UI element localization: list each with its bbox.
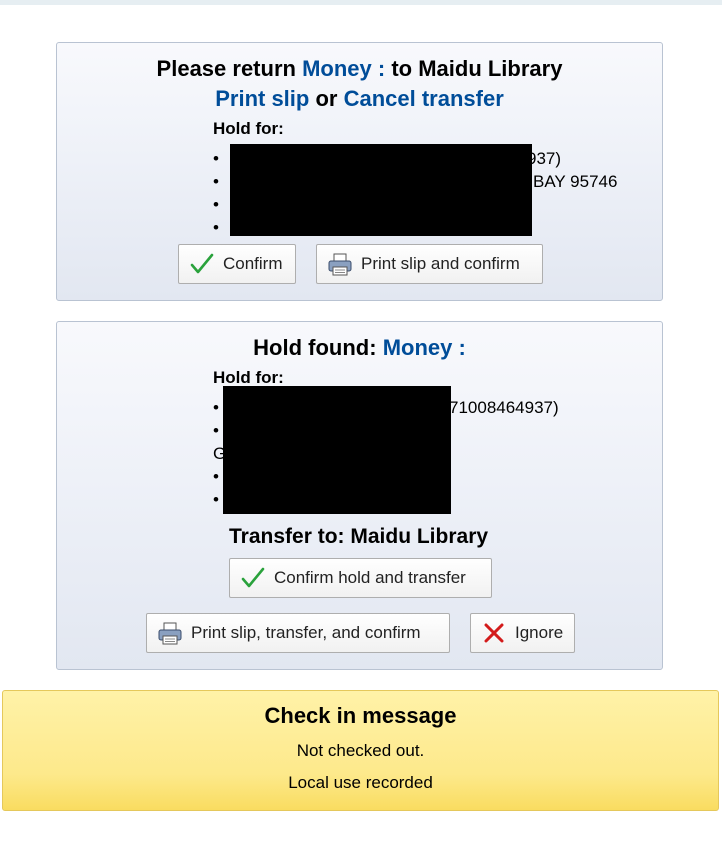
item-title-link[interactable]: Money : xyxy=(302,56,385,81)
check-in-message-box: Check in message Not checked out. Local … xyxy=(2,690,719,811)
ignore-button[interactable]: Ignore xyxy=(470,613,575,653)
return-heading: Please return Money : to Maidu Library xyxy=(57,56,662,82)
transfer-to-label: Transfer to: Maidu Library xyxy=(229,525,489,548)
return-transfer-panel: Please return Money : to Maidu Library P… xyxy=(56,42,663,301)
confirm-button[interactable]: Confirm xyxy=(178,244,296,284)
message-line: Not checked out. xyxy=(296,741,425,760)
hold-found-panel: Hold found: Money : Hold for: • 710084649… xyxy=(56,321,663,670)
x-icon xyxy=(481,620,507,646)
confirm-button-label: Confirm xyxy=(223,254,283,273)
ignore-button-label: Ignore xyxy=(515,623,564,642)
confirm-hold-and-transfer-button[interactable]: Confirm hold and transfer xyxy=(229,558,492,598)
hold-item-title-link[interactable]: Money : xyxy=(383,335,466,360)
print-slip-and-confirm-button[interactable]: Print slip and confirm xyxy=(316,244,543,284)
top-bar xyxy=(0,0,722,5)
return-heading-suffix: to Maidu Library xyxy=(391,56,563,81)
hold-found-prefix: Hold found: xyxy=(253,335,377,360)
hold-found-heading: Hold found: Money : xyxy=(57,335,662,361)
printer-icon xyxy=(157,620,183,646)
slip-actions-line: Print slip or Cancel transfer xyxy=(57,86,662,112)
hold-for-label-2: Hold for: xyxy=(213,368,284,387)
message-line: Local use recorded xyxy=(288,773,433,792)
print-slip-transfer-confirm-button[interactable]: Print slip, transfer, and confirm xyxy=(146,613,450,653)
redacted-patron-info xyxy=(230,144,532,236)
check-in-message-title: Check in message xyxy=(264,703,457,728)
print-slip-link[interactable]: Print slip xyxy=(215,86,309,111)
hold-for-label: Hold for: xyxy=(213,119,284,138)
check-icon xyxy=(240,565,266,591)
print-slip-transfer-confirm-label: Print slip, transfer, and confirm xyxy=(191,623,421,642)
confirm-hold-and-transfer-label: Confirm hold and transfer xyxy=(274,568,466,587)
or-text: or xyxy=(315,86,338,111)
print-slip-and-confirm-label: Print slip and confirm xyxy=(361,254,520,273)
printer-icon xyxy=(327,251,353,277)
cancel-transfer-link[interactable]: Cancel transfer xyxy=(344,86,504,111)
return-heading-prefix: Please return xyxy=(156,56,296,81)
redacted-patron-info-2 xyxy=(223,386,451,514)
check-icon xyxy=(189,251,215,277)
